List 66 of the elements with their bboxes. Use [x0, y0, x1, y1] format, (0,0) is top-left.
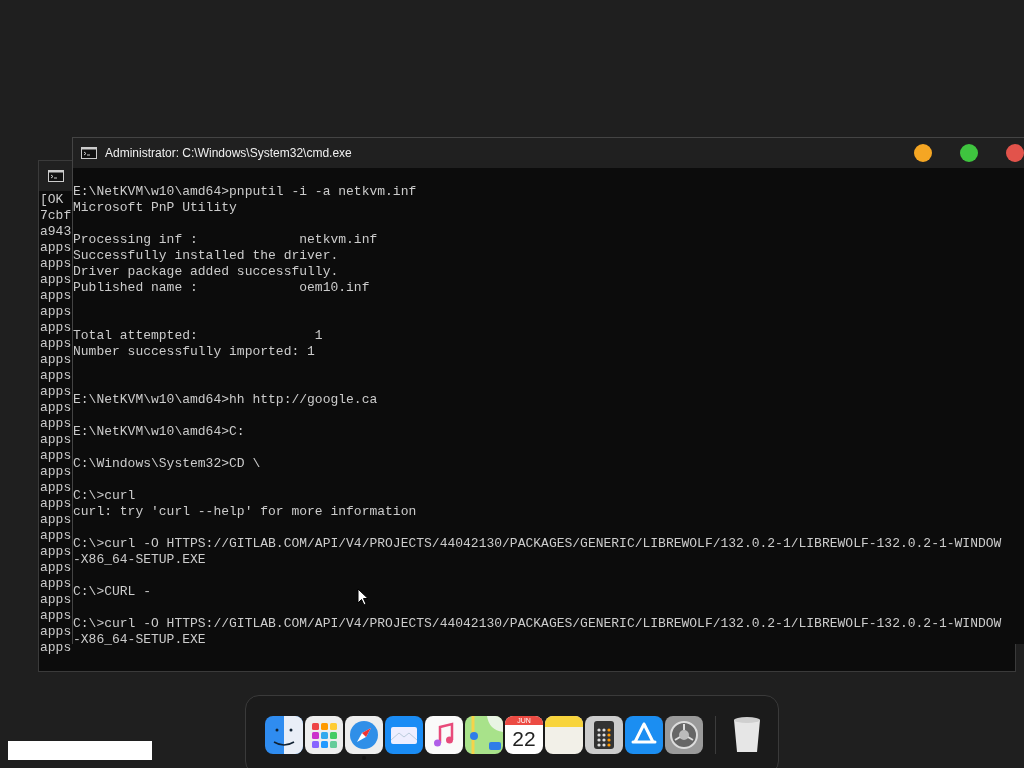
console-line: apps	[40, 560, 73, 576]
console-line: apps	[40, 480, 73, 496]
console-line: apps	[40, 240, 73, 256]
console-line: apps	[40, 496, 73, 512]
map-icon[interactable]	[465, 716, 503, 754]
console-line: apps	[40, 384, 73, 400]
music-note-icon[interactable]	[425, 716, 463, 754]
console-line: apps	[40, 624, 73, 640]
console-line: Published name : oem10.inf	[73, 280, 370, 296]
window-button[interactable]	[914, 144, 932, 162]
window-title: Administrator: C:\Windows\System32\cmd.exe	[105, 146, 352, 160]
console-line: apps	[40, 416, 73, 432]
console-icon	[48, 170, 64, 182]
console-line: E:\NetKVM\w10\amd64>C:	[73, 424, 245, 440]
console-line: Successfully installed the driver.	[73, 248, 339, 264]
console-line: apps	[40, 288, 73, 304]
console-line: Total attempted: 1	[73, 328, 323, 344]
console-line: [OK	[40, 192, 65, 208]
console-line: Driver package added successfully.	[73, 264, 339, 280]
console-line: Microsoft PnP Utility	[73, 200, 237, 216]
pointer-icon	[357, 588, 369, 606]
gear-icon[interactable]	[665, 716, 703, 754]
console-line: C:\>CURL -	[73, 584, 151, 600]
console-icon	[81, 147, 97, 159]
calculator-icon[interactable]	[585, 716, 623, 754]
console-line: E:\NetKVM\w10\amd64>pnputil -i -a netkvm.inf	[73, 184, 417, 200]
console-line: apps	[40, 512, 73, 528]
console-line: apps	[40, 336, 73, 352]
console-line: apps	[40, 576, 73, 592]
console-line: apps	[40, 256, 73, 272]
console-line: apps	[40, 304, 73, 320]
console-line: Number successfully imported: 1	[73, 344, 315, 360]
console-line: C:\>curl -O HTTPS://GITLAB.COM/API/V4/PROJECTS/44042130/PACKAGES/GENERIC/LIBREWOLF/132.0.2-1/LIBREWOLF-132.0.2-1-WINDOW	[73, 536, 1002, 552]
calendar-day: 22	[512, 725, 536, 752]
finder-face-icon[interactable]	[265, 716, 303, 754]
console-line: apps	[40, 432, 73, 448]
window-button[interactable]	[960, 144, 978, 162]
console-line: -X86_64-SETUP.EXE	[73, 632, 206, 648]
console-line: apps	[40, 544, 73, 560]
window-button[interactable]	[1006, 144, 1024, 162]
console-line: a943	[40, 224, 73, 240]
trash-icon[interactable]	[732, 716, 762, 754]
console-line: apps	[40, 640, 73, 656]
console-line: -X86_64-SETUP.EXE	[73, 552, 206, 568]
console-line: apps	[40, 592, 73, 608]
console-line: apps	[40, 400, 73, 416]
console-line: C:\>curl -O HTTPS://GITLAB.COM/API/V4/PROJECTS/44042130/PACKAGES/GENERIC/LIBREWOLF/132.0.2-1/LIBREWOLF-132.0.2-1-WINDOW	[73, 616, 1002, 632]
console-line: apps	[40, 464, 73, 480]
console-line: apps	[40, 320, 73, 336]
console-line: E:\NetKVM\w10\amd64>hh http://google.ca	[73, 392, 378, 408]
console-line: Processing inf : netkvm.inf	[73, 232, 378, 248]
console-line: C:\Windows\System32>CD \	[73, 456, 261, 472]
console-line: apps	[40, 352, 73, 368]
console-line: apps	[40, 528, 73, 544]
console-line: apps	[40, 368, 73, 384]
console-line: apps	[40, 272, 73, 288]
notepad-icon[interactable]	[545, 716, 583, 754]
app-store-icon[interactable]	[625, 716, 663, 754]
console-line: C:\>curl	[73, 488, 136, 504]
compass-icon[interactable]	[345, 716, 383, 754]
console-line: apps	[40, 608, 73, 624]
console-line: apps	[40, 448, 73, 464]
envelope-icon[interactable]	[385, 716, 423, 754]
app-grid-icon[interactable]	[305, 716, 343, 754]
console-line: curl: try 'curl --help' for more information	[73, 504, 417, 520]
console-line: 7cbf	[40, 208, 73, 224]
